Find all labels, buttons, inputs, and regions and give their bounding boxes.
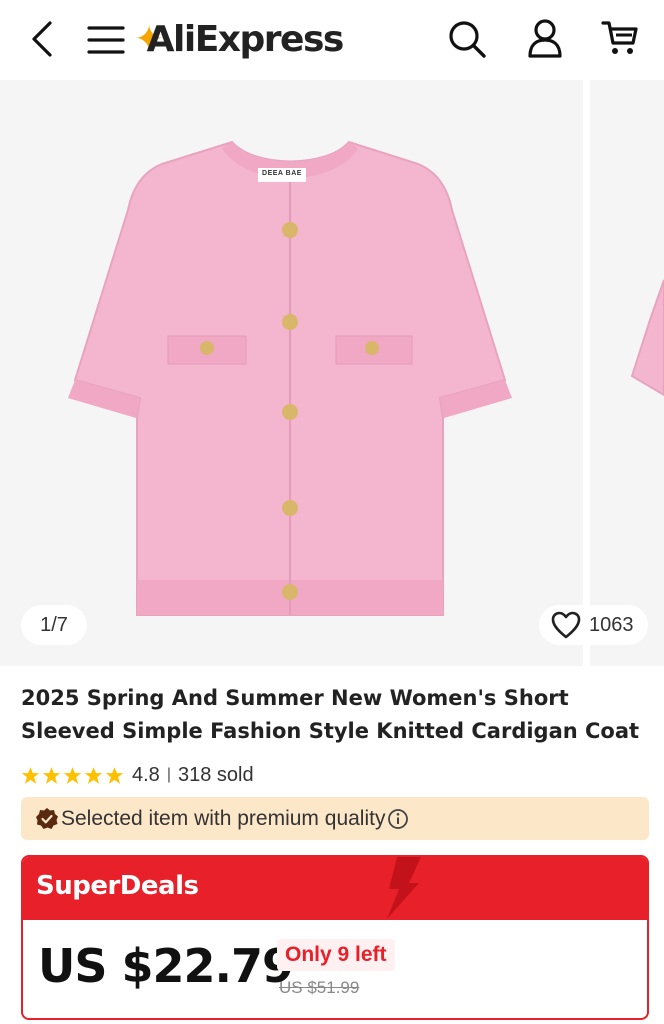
rating-value: 4.8 [132,763,160,786]
favorites-count: 1063 [589,613,634,636]
premium-quality-banner[interactable]: Selected item with premium quality [21,797,649,840]
info-icon[interactable] [387,808,409,830]
sale-price: US $22.79 [38,939,294,993]
back-arrow-icon[interactable] [22,18,62,60]
quality-text: Selected item with premium quality [61,806,386,830]
superdeals-header: SuperDeals [23,857,647,920]
product-image[interactable]: DEEA BAE [0,80,583,666]
favorite-button[interactable]: 1063 [539,605,648,645]
rating-row[interactable]: 4.8 | 318 sold [21,762,254,788]
original-price: US $51.99 [279,978,360,997]
top-bar: ✦ AliExpress [0,0,664,80]
rating-divider: | [166,766,171,783]
lightning-icon [387,857,421,919]
product-image-gallery[interactable]: DEEA BAE [0,80,664,666]
sold-count: 318 sold [177,763,254,786]
star-icon [42,766,61,784]
search-icon[interactable] [444,16,490,62]
cart-icon[interactable] [598,16,642,60]
verified-badge-icon [35,807,59,831]
rating-stars [21,766,124,785]
star-icon [63,766,82,784]
pink-cardigan-image [68,140,512,616]
account-icon[interactable] [522,15,568,61]
menu-icon[interactable] [84,20,128,60]
aliexpress-logo[interactable]: ✦ AliExpress [134,14,344,64]
stock-note: Only 9 left [277,939,395,971]
image-counter: 1/7 [21,605,87,645]
star-icon [21,766,40,784]
star-icon [105,766,124,784]
heart-icon [551,611,581,639]
brand-label: DEEA BAE [262,170,302,177]
superdeals-card[interactable]: SuperDeals US $22.79 Only 9 left US $51.… [21,855,649,1020]
star-icon [84,766,103,784]
next-product-image[interactable] [590,80,664,666]
product-title: 2025 Spring And Summer New Women's Short… [21,686,640,743]
slide-gap [583,80,590,666]
superdeals-title: SuperDeals [36,871,199,901]
next-slide-preview [630,279,664,397]
